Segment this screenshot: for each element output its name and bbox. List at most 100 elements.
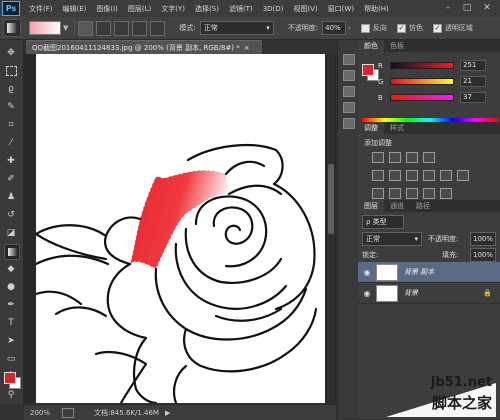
chevron-down-icon[interactable]: ▼: [63, 24, 68, 32]
tab-styles[interactable]: 样式: [384, 122, 410, 134]
opacity-input[interactable]: 40%: [322, 21, 347, 35]
selective-color-icon[interactable]: [423, 188, 435, 199]
clone-stamp-tool-icon[interactable]: ♟: [4, 190, 18, 204]
arrow-right-icon[interactable]: ▶: [165, 409, 170, 417]
green-slider[interactable]: [390, 78, 454, 85]
eraser-tool-icon[interactable]: ◪: [4, 226, 18, 240]
layer-row[interactable]: ◉ 背景 🔒: [358, 283, 500, 304]
menu-help[interactable]: 帮助(H): [359, 4, 394, 14]
layer-filter-select[interactable]: ρ 类型: [362, 215, 404, 229]
watermark: jb51.net 脚本之家: [386, 373, 496, 417]
tab-paths[interactable]: 路径: [410, 200, 436, 212]
close-window-button[interactable]: ✕: [479, 2, 495, 14]
menu-edit[interactable]: 编辑(E): [58, 4, 92, 14]
mode-select[interactable]: 正常 ▾: [199, 21, 274, 35]
healing-brush-tool-icon[interactable]: ✚: [4, 154, 18, 168]
zoom-level[interactable]: 200%: [30, 409, 54, 417]
pen-tool-icon[interactable]: ✒: [4, 298, 18, 312]
tab-channels[interactable]: 通道: [384, 200, 410, 212]
tab-swatches[interactable]: 色板: [384, 40, 410, 52]
linear-gradient-button[interactable]: [78, 20, 94, 36]
color-fg-swatch[interactable]: [362, 64, 374, 76]
hue-saturation-icon[interactable]: [389, 170, 401, 181]
history-panel-icon[interactable]: [343, 54, 355, 65]
blue-slider[interactable]: [390, 94, 454, 101]
marquee-tool-icon[interactable]: [4, 64, 18, 78]
reflected-gradient-button[interactable]: [132, 20, 148, 36]
status-icon: [62, 407, 74, 418]
gradient-tool-icon[interactable]: [4, 244, 20, 260]
vibrance-icon[interactable]: [372, 170, 384, 181]
dither-checkbox[interactable]: ✓ 仿色: [396, 23, 423, 33]
type-tool-icon[interactable]: T: [4, 316, 18, 330]
radial-gradient-button[interactable]: [96, 20, 112, 36]
properties-panel-icon[interactable]: [343, 70, 355, 81]
brush-tool-icon[interactable]: ✐: [4, 172, 18, 186]
brightness-icon[interactable]: [372, 152, 384, 163]
path-select-tool-icon[interactable]: ➤: [4, 334, 18, 348]
reverse-checkbox[interactable]: 反向: [360, 23, 387, 33]
transparency-checkbox[interactable]: ✓ 透明区域: [432, 23, 473, 33]
exposure-icon[interactable]: [423, 152, 435, 163]
angle-gradient-button[interactable]: [114, 20, 130, 36]
document-title: QQ截图20160411124833.jpg @ 200% (背景 副本, RG…: [32, 43, 240, 52]
photo-filter-icon[interactable]: [440, 170, 452, 181]
blend-mode-select[interactable]: 正常 ▾: [362, 232, 422, 246]
curves-icon[interactable]: [406, 152, 418, 163]
green-value[interactable]: 21: [460, 76, 486, 87]
tab-color[interactable]: 颜色: [358, 40, 384, 52]
foreground-color-swatch[interactable]: [4, 372, 16, 384]
fill-input[interactable]: 100%: [470, 248, 496, 262]
zoom-tool-icon[interactable]: ⚲: [4, 388, 18, 402]
menu-file[interactable]: 文件(F): [24, 4, 58, 14]
eye-icon[interactable]: ◉: [361, 268, 373, 277]
posterize-icon[interactable]: [389, 188, 401, 199]
tab-layers[interactable]: 图层: [358, 200, 384, 212]
document-canvas[interactable]: [34, 54, 325, 403]
dodge-tool-icon[interactable]: ●: [4, 280, 18, 294]
blur-tool-icon[interactable]: ◆: [4, 262, 18, 276]
vertical-scrollbar[interactable]: [327, 54, 335, 403]
chevron-right-icon[interactable]: ›: [348, 24, 351, 32]
crop-tool-icon[interactable]: ⌗: [4, 118, 18, 132]
eyedropper-tool-icon[interactable]: ⁄: [4, 136, 18, 150]
red-slider[interactable]: [390, 62, 454, 69]
menu-type[interactable]: 文字(Y): [156, 4, 190, 14]
gradient-map-icon[interactable]: [440, 188, 452, 199]
menu-select[interactable]: 选择(S): [190, 4, 224, 14]
scrollbar-thumb[interactable]: [328, 164, 334, 234]
layer-opacity-input[interactable]: 100%: [470, 232, 496, 246]
black-white-icon[interactable]: [423, 170, 435, 181]
brush-panel-icon[interactable]: [343, 86, 355, 97]
quick-select-tool-icon[interactable]: ✎: [4, 100, 18, 114]
color-balance-icon[interactable]: [406, 170, 418, 181]
shape-tool-icon[interactable]: ▭: [4, 352, 18, 366]
minimize-button[interactable]: –: [440, 2, 456, 14]
levels-icon[interactable]: [389, 152, 401, 163]
move-tool-icon[interactable]: ✥: [4, 46, 18, 60]
blue-value[interactable]: 37: [460, 92, 486, 103]
gradient-picker[interactable]: [29, 21, 61, 35]
lasso-tool-icon[interactable]: ϱ: [4, 82, 18, 96]
maximize-button[interactable]: □: [459, 2, 475, 14]
menu-view[interactable]: 视图(V): [288, 4, 322, 14]
character-panel-icon[interactable]: [343, 102, 355, 113]
menu-filter[interactable]: 滤镜(T): [224, 4, 258, 14]
diamond-gradient-button[interactable]: [150, 20, 166, 36]
threshold-icon[interactable]: [406, 188, 418, 199]
menu-layer[interactable]: 图层(L): [123, 4, 156, 14]
channel-mixer-icon[interactable]: [457, 170, 469, 181]
eye-icon[interactable]: ◉: [361, 289, 373, 298]
red-value[interactable]: 251: [460, 60, 486, 71]
menu-3d[interactable]: 3D(D): [258, 5, 289, 13]
close-icon[interactable]: ×: [244, 44, 250, 52]
document-tab[interactable]: QQ截图20160411124833.jpg @ 200% (背景 副本, RG…: [26, 40, 262, 54]
tab-adjustments[interactable]: 调整: [358, 122, 384, 134]
invert-icon[interactable]: [372, 188, 384, 199]
paragraph-panel-icon[interactable]: [343, 118, 355, 129]
menu-window[interactable]: 窗口(W): [323, 4, 359, 14]
tool-preset-picker[interactable]: [3, 19, 21, 37]
layer-row[interactable]: ◉ 背景 副本: [358, 262, 500, 283]
menu-image[interactable]: 图像(I): [91, 4, 123, 14]
history-brush-tool-icon[interactable]: ↺: [4, 208, 18, 222]
